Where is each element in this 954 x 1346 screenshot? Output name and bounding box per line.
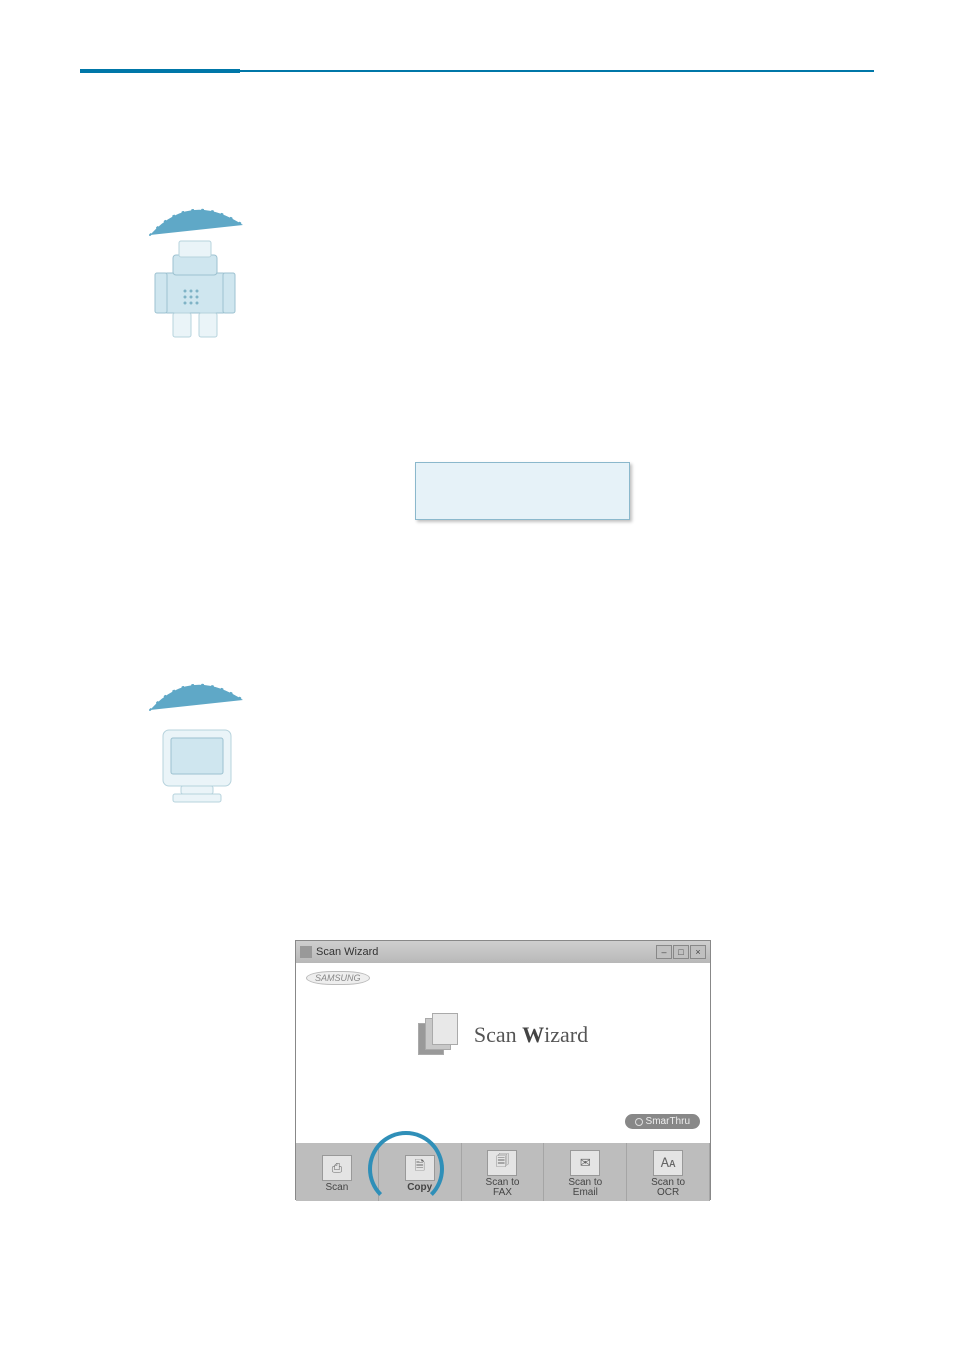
tab-copy[interactable]: 🗎 Copy	[379, 1143, 462, 1201]
window-title: Scan Wizard	[316, 946, 378, 958]
tab-scan-to-ocr[interactable]: 🗛 Scan toOCR	[627, 1143, 710, 1201]
header-rule	[80, 70, 874, 72]
window-icon	[300, 946, 312, 958]
tab-scan[interactable]: ⎙ Scan	[296, 1143, 379, 1201]
tab-email-label: Scan toEmail	[568, 1178, 602, 1199]
scanner-icon: ⎙	[322, 1155, 352, 1181]
ocr-icon: 🗛	[653, 1150, 683, 1176]
window-titlebar: Scan Wizard – □ ×	[296, 941, 710, 963]
email-icon: ✉	[570, 1150, 600, 1176]
tab-ocr-label: Scan toOCR	[651, 1178, 685, 1199]
samsung-logo: SAMSUNG	[306, 971, 370, 985]
window-maximize-button[interactable]: □	[673, 945, 689, 959]
wizard-heading: Scan Wizard	[474, 1022, 588, 1048]
document-stack-icon	[418, 1013, 462, 1057]
smarthru-badge: SmarThru	[625, 1114, 700, 1129]
window-close-button[interactable]: ×	[690, 945, 706, 959]
window-buttons: – □ ×	[656, 945, 706, 959]
tab-scan-to-fax[interactable]: 🗐 Scan toFAX	[462, 1143, 545, 1201]
scan-wizard-screenshot: Scan Wizard – □ × SAMSUNG Scan Wizard Sm…	[295, 940, 711, 1200]
lcd-message-box	[415, 462, 630, 520]
copy-icon: 🗎	[405, 1155, 435, 1181]
window-minimize-button[interactable]: –	[656, 945, 672, 959]
wizard-tab-bar: ⎙ Scan 🗎 Copy 🗐 Scan toFAX ✉ Scan toEmai…	[296, 1143, 710, 1201]
monitor-illustration	[135, 670, 265, 825]
tab-scan-to-email[interactable]: ✉ Scan toEmail	[544, 1143, 627, 1201]
fax-icon: 🗐	[487, 1150, 517, 1176]
tab-fax-label: Scan toFAX	[486, 1178, 520, 1199]
fax-machine-illustration	[135, 195, 265, 350]
tab-copy-label: Copy	[407, 1183, 432, 1194]
wizard-body: SAMSUNG Scan Wizard SmarThru	[296, 963, 710, 1143]
tab-scan-label: Scan	[326, 1183, 349, 1194]
